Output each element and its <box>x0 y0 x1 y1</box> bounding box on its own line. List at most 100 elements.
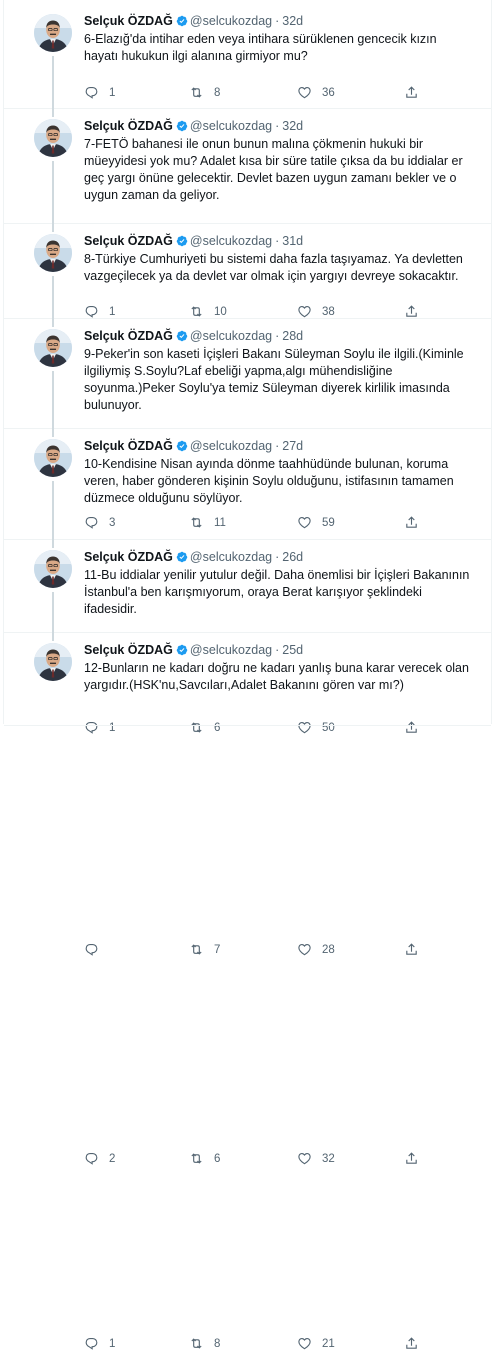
thread-connector-line <box>52 429 54 437</box>
author-handle[interactable]: @selcukozdag <box>190 643 272 657</box>
author-name[interactable]: Selçuk ÖZDAĞ <box>84 439 173 453</box>
like-count: 21 <box>322 1337 335 1350</box>
replie-count: 2 <box>109 1152 116 1165</box>
author-name[interactable]: Selçuk ÖZDAĞ <box>84 119 173 133</box>
like-icon <box>297 942 322 957</box>
separator-dot: · <box>275 119 280 133</box>
share-button[interactable] <box>404 942 429 957</box>
retweet-button[interactable]: 8 <box>189 1336 228 1351</box>
tweet-timestamp[interactable]: 28d <box>282 329 303 343</box>
tweet-timestamp[interactable]: 26d <box>282 550 303 564</box>
retweet-count: 6 <box>214 1152 221 1165</box>
like-button[interactable]: 21 <box>297 1336 336 1351</box>
retweet-count: 8 <box>214 86 221 99</box>
author-name[interactable]: Selçuk ÖZDAĞ <box>84 329 173 343</box>
author-handle[interactable]: @selcukozdag <box>190 119 272 133</box>
reply-button[interactable]: 2 <box>84 1151 123 1166</box>
retweet-button[interactable]: 8 <box>189 85 228 100</box>
avatar[interactable] <box>34 439 72 477</box>
replie-count: 1 <box>109 1337 116 1350</box>
replie-count: 1 <box>109 86 116 99</box>
author-handle[interactable]: @selcukozdag <box>190 439 272 453</box>
retweet-button[interactable]: 6 <box>189 1151 228 1166</box>
separator-dot: · <box>275 14 280 28</box>
author-handle[interactable]: @selcukozdag <box>190 329 272 343</box>
tweet-timestamp[interactable]: 31d <box>282 234 303 248</box>
verified-badge-icon <box>176 330 188 342</box>
reply-icon <box>84 942 109 957</box>
retweet-icon <box>189 1336 214 1351</box>
retweet-icon <box>189 1151 214 1166</box>
tweet-header: Selçuk ÖZDAĞ @selcukozdag · 25d <box>84 642 303 658</box>
tweet-text: 7-FETÖ bahanesi ile onun bunun malına çö… <box>84 137 463 202</box>
tweet-text: 8-Türkiye Cumhuriyeti bu sistemi daha fa… <box>84 252 463 283</box>
tweet-timestamp[interactable]: 32d <box>282 14 303 28</box>
tweet-text: 9-Peker'in son kaseti İçişleri Bakanı Sü… <box>84 347 464 412</box>
separator-dot: · <box>275 329 280 343</box>
reply-button[interactable]: 1 <box>84 1336 123 1351</box>
separator-dot: · <box>275 643 280 657</box>
timeline-right-border <box>491 0 492 724</box>
tweet[interactable]: Selçuk ÖZDAĞ @selcukozdag · 28d 9-Peker'in s… <box>4 319 491 734</box>
verified-badge-icon <box>176 440 188 452</box>
separator-dot: · <box>275 550 280 564</box>
tweet-timestamp[interactable]: 32d <box>282 119 303 133</box>
share-button[interactable] <box>404 85 429 100</box>
share-icon <box>404 85 429 100</box>
share-icon <box>404 1336 429 1351</box>
avatar[interactable] <box>34 643 72 681</box>
share-button[interactable] <box>404 1151 429 1166</box>
tweet[interactable]: Selçuk ÖZDAĞ @selcukozdag · 32d 7-FETÖ bahan… <box>4 109 491 318</box>
like-count: 28 <box>322 943 335 956</box>
avatar[interactable] <box>34 550 72 588</box>
avatar[interactable] <box>34 329 72 367</box>
like-button[interactable]: 36 <box>297 85 336 100</box>
like-button[interactable]: 28 <box>297 942 336 957</box>
retweet-count: 8 <box>214 1337 221 1350</box>
author-name[interactable]: Selçuk ÖZDAĞ <box>84 550 173 564</box>
tweet[interactable]: Selçuk ÖZDAĞ @selcukozdag · 27d 10-Kendisine… <box>4 429 491 956</box>
share-button[interactable] <box>404 1336 429 1351</box>
tweet[interactable]: Selçuk ÖZDAĞ @selcukozdag · 25d 12-Bunların … <box>4 633 491 1350</box>
author-name[interactable]: Selçuk ÖZDAĞ <box>84 14 173 28</box>
thread-connector-line <box>52 224 54 232</box>
author-name[interactable]: Selçuk ÖZDAĞ <box>84 234 173 248</box>
thread-connector-line <box>52 319 54 327</box>
tweet-actions: 1 8 36 <box>84 85 424 101</box>
tweet-text: 12-Bunların ne kadarı doğru ne kadarı ya… <box>84 661 469 692</box>
author-handle[interactable]: @selcukozdag <box>190 14 272 28</box>
like-button[interactable]: 32 <box>297 1151 336 1166</box>
reply-icon <box>84 85 109 100</box>
tweet[interactable]: Selçuk ÖZDAĞ @selcukozdag · 31d 8-Türkiye Cu… <box>4 224 491 529</box>
reply-button[interactable] <box>84 942 123 957</box>
tweet-timestamp[interactable]: 27d <box>282 439 303 453</box>
reply-button[interactable]: 1 <box>84 85 123 100</box>
verified-badge-icon <box>176 235 188 247</box>
author-handle[interactable]: @selcukozdag <box>190 550 272 564</box>
tweet-header: Selçuk ÖZDAĞ @selcukozdag · 32d <box>84 118 303 134</box>
avatar[interactable] <box>34 14 72 52</box>
tweet-text: 6-Elazığ'da intihar eden veya intihara s… <box>84 32 437 63</box>
retweet-icon <box>189 942 214 957</box>
author-name[interactable]: Selçuk ÖZDAĞ <box>84 643 173 657</box>
avatar[interactable] <box>34 119 72 157</box>
retweet-button[interactable]: 7 <box>189 942 228 957</box>
like-count: 32 <box>322 1152 335 1165</box>
thread-connector-line <box>52 109 54 117</box>
tweet-header: Selçuk ÖZDAĞ @selcukozdag · 31d <box>84 233 303 249</box>
verified-badge-icon <box>176 644 188 656</box>
verified-badge-icon <box>176 120 188 132</box>
tweet[interactable]: Selçuk ÖZDAĞ @selcukozdag · 32d 6-Elazığ'da … <box>4 4 491 109</box>
tweet-timestamp[interactable]: 25d <box>282 643 303 657</box>
avatar[interactable] <box>34 234 72 272</box>
tweet-text: 10-Kendisine Nisan ayında dönme taahhüdü… <box>84 457 454 505</box>
thread-connector-line <box>52 56 54 109</box>
tweet[interactable]: Selçuk ÖZDAĞ @selcukozdag · 26d 11-Bu iddial… <box>4 540 491 1165</box>
verified-badge-icon <box>176 15 188 27</box>
share-icon <box>404 942 429 957</box>
thread-connector-line <box>52 371 54 429</box>
thread-connector-line <box>52 540 54 548</box>
thread-connector-line <box>52 633 54 641</box>
author-handle[interactable]: @selcukozdag <box>190 234 272 248</box>
retweet-icon <box>189 85 214 100</box>
